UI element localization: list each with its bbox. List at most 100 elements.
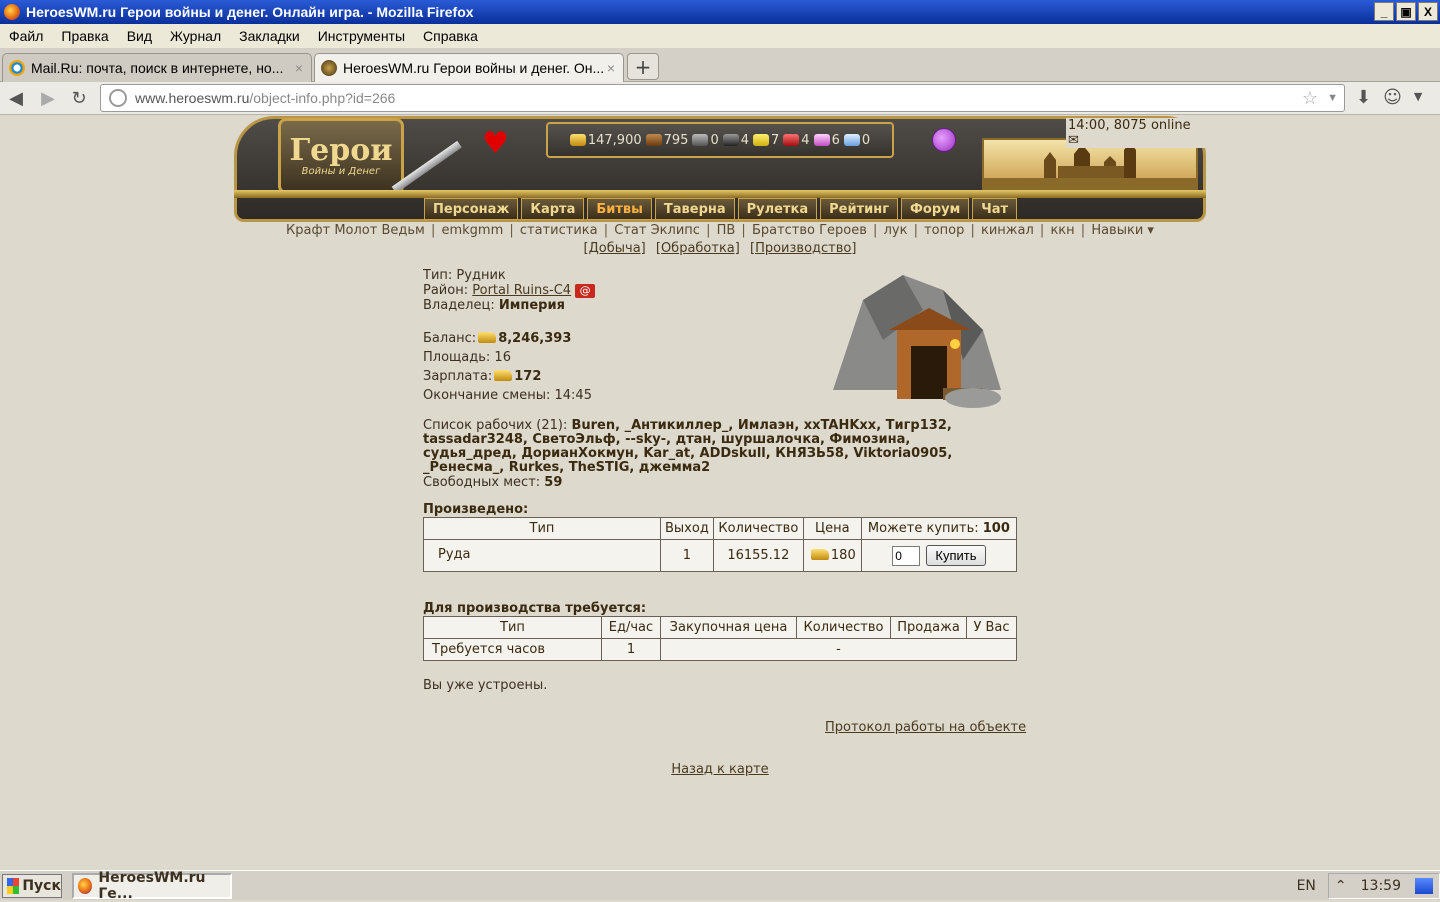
at-icon[interactable]: @: [575, 283, 596, 298]
menu-edit[interactable]: Правка: [52, 28, 117, 44]
quick-link[interactable]: Крафт Молот Ведьм: [286, 223, 425, 238]
resource-diamonds-value: 0: [861, 132, 871, 148]
shift-value: 14:45: [554, 388, 592, 403]
tab-bar: Mail.Ru: почта, поиск в интернете, но...…: [0, 48, 1440, 82]
quick-link[interactable]: кинжал: [981, 223, 1034, 238]
language-indicator[interactable]: EN: [1297, 878, 1316, 894]
col-quantity: Количество: [712, 517, 804, 540]
owner-value: Империя: [498, 298, 565, 313]
close-button[interactable]: X: [1418, 2, 1438, 21]
quick-link[interactable]: топор: [924, 223, 964, 238]
menu-dropdown-icon[interactable]: ▼: [1414, 90, 1422, 108]
quick-link[interactable]: лук: [884, 223, 908, 238]
nav-tavern[interactable]: Таверна: [654, 198, 735, 220]
shift-label: Окончание смены:: [423, 388, 551, 403]
url-bar[interactable]: www.heroeswm.ru/object-info.php?id=266 ☆…: [100, 84, 1345, 112]
nav-roulette[interactable]: Рулетка: [737, 198, 818, 220]
resource-diamonds: 0: [843, 132, 871, 148]
protocol-link[interactable]: Протокол работы на объекте: [825, 720, 1026, 735]
show-desktop-icon[interactable]: [1415, 878, 1433, 894]
logo-title: Герои: [289, 132, 393, 168]
quick-link[interactable]: Стат Эклипс: [614, 223, 700, 238]
forward-icon[interactable]: ▶: [36, 87, 60, 109]
balance-label: Баланс:: [423, 331, 477, 346]
mine-image: [823, 270, 1007, 414]
resource-gold-value: 147,900: [587, 132, 642, 148]
new-tab-button[interactable]: +: [627, 53, 659, 80]
resources-panel: 147,900 795 0 4 7 4 6 0: [546, 122, 894, 158]
quick-link[interactable]: статистика: [520, 223, 598, 238]
nav-character[interactable]: Персонаж: [424, 198, 519, 220]
tab-label: HeroesWM.ru Герои войны и денег. Он...: [343, 60, 605, 76]
salary-value: 172: [514, 369, 542, 384]
clock: 13:59: [1360, 878, 1401, 894]
mail-icon[interactable]: ✉: [1068, 133, 1079, 148]
buy-quantity-input[interactable]: [892, 546, 921, 566]
menu-help[interactable]: Справка: [414, 28, 487, 44]
tab-heroes[interactable]: HeroesWM.ru Герои войны и денег. Он... ×: [314, 53, 624, 82]
windows-logo-icon: [7, 878, 20, 894]
globe-icon: [109, 89, 127, 107]
tab-mailru[interactable]: Mail.Ru: почта, поиск в интернете, но...…: [2, 53, 312, 82]
maximize-button[interactable]: ▣: [1396, 2, 1416, 21]
col-output: Выход: [660, 517, 714, 540]
bookmark-star-icon[interactable]: ☆: [1302, 88, 1318, 109]
nav-battles[interactable]: Битвы: [587, 198, 652, 220]
buy-button[interactable]: Купить: [926, 545, 986, 566]
back-icon[interactable]: ◀: [4, 87, 28, 109]
table-header-row: Тип Выход Количество Цена Можете купить:…: [423, 517, 1018, 540]
nav-rating[interactable]: Рейтинг: [820, 198, 899, 220]
taskbar-firefox[interactable]: HeroesWM.ru Ге...: [72, 870, 232, 902]
gold-icon: [494, 370, 513, 381]
minimize-button[interactable]: _: [1374, 2, 1394, 21]
link-production[interactable]: [Производство]: [750, 241, 856, 256]
row-price-value: 180: [830, 548, 856, 563]
col-purchase-price: Закупочная цена: [660, 616, 797, 639]
nav-chat[interactable]: Чат: [972, 198, 1018, 220]
free-value: 59: [544, 475, 563, 490]
menu-tools[interactable]: Инструменты: [309, 28, 414, 44]
tray-expand-icon[interactable]: ⌃: [1335, 878, 1347, 894]
menu-view[interactable]: Вид: [118, 28, 161, 44]
heroes-logo[interactable]: Герои Войны и Денег: [278, 118, 404, 194]
menu-history[interactable]: Журнал: [161, 28, 230, 44]
back-to-map-link[interactable]: Назад к карте: [671, 762, 768, 777]
close-tab-icon[interactable]: ×: [607, 60, 615, 76]
diamond-icon: [843, 134, 860, 146]
col-type: Тип: [423, 616, 602, 639]
area-label: Площадь:: [423, 350, 491, 365]
skills-dropdown[interactable]: Навыки ▾: [1091, 223, 1154, 238]
quick-link[interactable]: ПВ: [717, 223, 736, 238]
free-label: Свободных мест:: [423, 475, 541, 490]
link-processing[interactable]: [Обработка]: [656, 241, 740, 256]
quick-link[interactable]: ккн: [1050, 223, 1074, 238]
row-output: 1: [660, 539, 714, 572]
ore-icon: [692, 134, 709, 146]
table-header-row: Тип Ед/час Закупочная цена Количество Пр…: [423, 616, 1017, 639]
menu-bookmarks[interactable]: Закладки: [230, 28, 309, 44]
quick-link[interactable]: emkgmm: [441, 223, 503, 238]
status-message: Вы уже устроены.: [423, 678, 548, 693]
heroes-icon: [321, 60, 337, 76]
quick-link[interactable]: Братство Героев: [752, 223, 867, 238]
workers-label: Список рабочих (21):: [423, 418, 568, 433]
required-table: Тип Ед/час Закупочная цена Количество Пр…: [423, 616, 1017, 661]
link-mining[interactable]: [Добыча]: [584, 241, 646, 256]
reload-icon[interactable]: ↻: [67, 87, 91, 109]
system-tray: EN ⌃ 13:59: [1297, 873, 1440, 899]
menu-file[interactable]: Файл: [0, 28, 52, 44]
url-dropdown-icon[interactable]: ▼: [1327, 92, 1338, 104]
task-label: HeroesWM.ru Ге...: [98, 870, 206, 902]
downloads-icon[interactable]: ⬇: [1356, 87, 1371, 108]
start-button[interactable]: Пуск: [2, 874, 62, 898]
row-type: Руда: [423, 539, 661, 572]
close-tab-icon[interactable]: ×: [295, 60, 303, 76]
resource-sulfur-value: 7: [771, 132, 780, 148]
district-link[interactable]: Portal Ruins-C4: [472, 283, 571, 298]
nav-map[interactable]: Карта: [521, 198, 585, 220]
tab-label: Mail.Ru: почта, поиск в интернете, но...: [31, 60, 284, 76]
online-status: 14:00, 8075 online ✉: [1066, 118, 1206, 148]
nav-forum[interactable]: Форум: [901, 198, 970, 220]
addon-icon[interactable]: ☺: [1383, 87, 1402, 108]
owner-label: Владелец:: [423, 298, 495, 313]
